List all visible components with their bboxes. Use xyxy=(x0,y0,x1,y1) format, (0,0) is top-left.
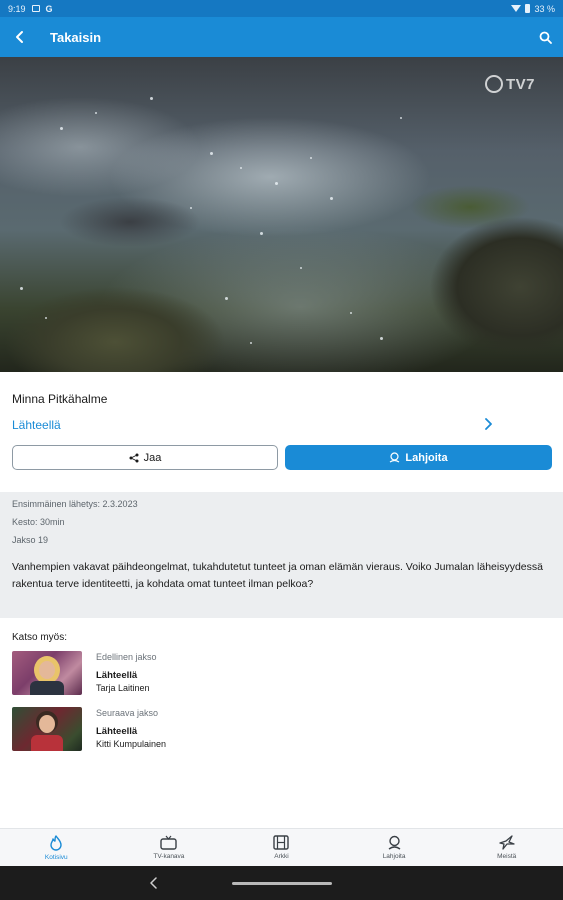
series-chevron[interactable] xyxy=(481,414,495,434)
search-icon xyxy=(539,31,552,44)
back-button[interactable] xyxy=(0,17,40,57)
logo-circle-icon xyxy=(484,75,503,93)
episode-thumbnail xyxy=(12,651,82,695)
chevron-left-icon xyxy=(149,877,157,889)
home-gesture-pill[interactable] xyxy=(232,882,332,885)
next-episode[interactable]: Seuraava jakso Lähteellä Kitti Kumpulain… xyxy=(12,707,552,752)
nav-item-donate[interactable]: Lahjoita xyxy=(338,829,451,866)
tv-icon xyxy=(160,835,178,850)
battery-icon xyxy=(525,4,531,13)
search-button[interactable] xyxy=(527,17,563,57)
episode-number: Jakso 19 xyxy=(12,535,49,545)
episode-series: Lähteellä xyxy=(96,726,138,737)
episode-host: Kitti Kumpulainen xyxy=(96,739,167,749)
nav-item-archive[interactable]: Arkki xyxy=(225,829,338,866)
share-icon xyxy=(129,453,139,462)
episode-thumbnail xyxy=(12,707,82,751)
flame-icon xyxy=(50,834,62,851)
film-icon xyxy=(273,835,290,850)
tv7-logo: TV7 xyxy=(484,75,535,93)
share-label: Jaa xyxy=(143,451,162,464)
system-back-button[interactable] xyxy=(147,875,159,891)
video-player[interactable]: TV7 xyxy=(0,57,563,372)
chevron-right-icon xyxy=(485,418,492,430)
program-info: Minna Pitkähalme Lähteellä Jaa Lahjoita xyxy=(0,372,563,492)
app-bar: Takaisin xyxy=(0,17,563,57)
episode-kind: Edellinen jakso xyxy=(96,652,157,662)
donate-icon xyxy=(388,835,400,850)
nav-label: Arkki xyxy=(274,853,289,860)
duration: Kesto: 30min xyxy=(12,517,65,527)
previous-episode[interactable]: Edellinen jakso Lähteellä Tarja Laitinen xyxy=(12,651,552,696)
notification-icon xyxy=(31,5,40,12)
tv7-logo-text: TV7 xyxy=(505,75,535,93)
dove-icon xyxy=(499,835,515,850)
back-label[interactable]: Takaisin xyxy=(50,30,101,45)
nav-label: Meistä xyxy=(497,853,517,860)
episode-series: Lähteellä xyxy=(96,670,138,681)
share-button[interactable]: Jaa xyxy=(12,445,278,470)
episode-details: Ensimmäinen lähetys: 2.3.2023 Kesto: 30m… xyxy=(0,492,563,618)
see-also-title: Katso myös: xyxy=(12,632,68,643)
nav-item-about[interactable]: Meistä xyxy=(450,829,563,866)
first-air-date: Ensimmäinen lähetys: 2.3.2023 xyxy=(12,499,138,509)
status-bar: 9:19 G 33 % xyxy=(0,0,563,17)
series-link[interactable]: Lähteellä xyxy=(12,418,61,432)
presenter-name: Minna Pitkähalme xyxy=(12,392,108,406)
status-time: 9:19 xyxy=(8,3,26,14)
donate-button[interactable]: Lahjoita xyxy=(285,445,552,470)
donate-icon xyxy=(390,452,400,463)
donate-label: Lahjoita xyxy=(405,451,448,464)
nav-label: Lahjoita xyxy=(382,853,406,860)
wifi-icon xyxy=(511,5,522,12)
episode-kind: Seuraava jakso xyxy=(96,708,159,718)
nav-item-home[interactable]: Kotisivu xyxy=(0,829,113,866)
system-navigation-bar xyxy=(0,866,563,900)
see-also-section: Katso myös: Edellinen jakso Lähteellä Ta… xyxy=(0,618,563,828)
nav-label: TV-kanava xyxy=(153,853,185,860)
google-icon: G xyxy=(45,3,53,14)
nav-label: Kotisivu xyxy=(44,853,68,861)
arrow-left-icon xyxy=(16,31,23,43)
episode-description: Vanhempien vakavat päihdeongelmat, tukah… xyxy=(12,561,543,590)
nav-item-tv-channel[interactable]: TV-kanava xyxy=(113,829,226,866)
bottom-navigation: Kotisivu TV-kanava Arkki Lahjoita Meistä xyxy=(0,828,563,866)
episode-host: Tarja Laitinen xyxy=(96,683,150,693)
battery-level: 33 % xyxy=(534,3,555,14)
